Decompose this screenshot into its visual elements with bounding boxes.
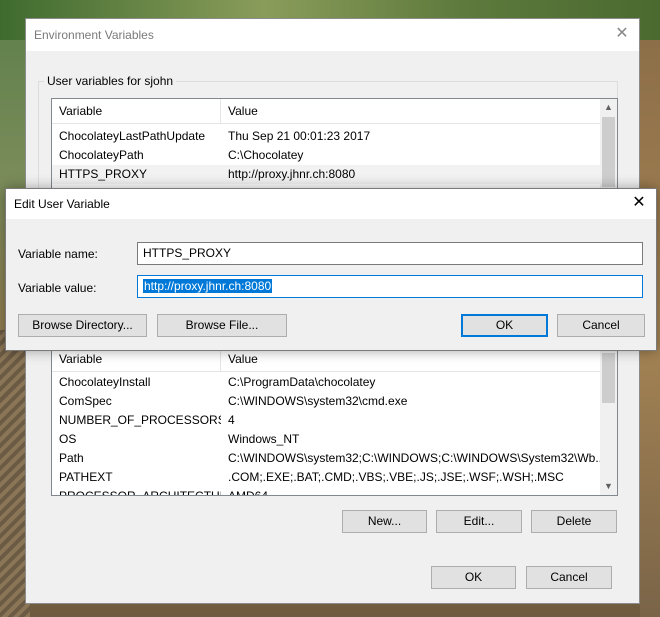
variable-value: C:\WINDOWS\system32\cmd.exe xyxy=(228,394,408,408)
variable-value: C:\Chocolatey xyxy=(228,148,304,162)
cancel-button[interactable]: Cancel xyxy=(557,314,645,337)
variable-value: C:\WINDOWS\system32;C:\WINDOWS;C:\WINDOW… xyxy=(228,451,603,465)
close-icon[interactable]: ✕ xyxy=(630,194,648,212)
browse-file-button[interactable]: Browse File... xyxy=(157,314,287,337)
edit-user-variable-dialog: Edit User Variable ✕ Variable name: HTTP… xyxy=(5,188,657,351)
vertical-scrollbar[interactable]: ▲ xyxy=(600,99,617,192)
table-row-selected[interactable]: HTTPS_PROXY http://proxy.jhnr.ch:8080 xyxy=(52,165,617,184)
edit-dialog-title: Edit User Variable xyxy=(14,197,110,211)
vertical-scrollbar[interactable]: ▼ xyxy=(600,347,617,495)
table-row[interactable]: ChocolateyInstall C:\ProgramData\chocola… xyxy=(52,373,617,392)
variable-name: ComSpec xyxy=(59,394,112,408)
close-icon[interactable]: ✕ xyxy=(613,25,631,43)
table-row[interactable]: OS Windows_NT xyxy=(52,430,617,449)
variable-name: ChocolateyPath xyxy=(59,148,144,162)
variable-value-label: Variable value: xyxy=(18,281,97,295)
delete-button[interactable]: Delete xyxy=(531,510,617,533)
variable-name: PROCESSOR_ARCHITECTURE xyxy=(59,489,221,496)
env-titlebar: Environment Variables ✕ xyxy=(26,19,639,51)
variable-value: AMD64 xyxy=(228,489,269,496)
variable-name: OS xyxy=(59,432,77,446)
chevron-down-icon[interactable]: ▼ xyxy=(600,478,617,495)
variable-name: NUMBER_OF_PROCESSORS xyxy=(59,413,221,427)
table-row[interactable]: Path C:\WINDOWS\system32;C:\WINDOWS;C:\W… xyxy=(52,449,617,468)
table-row[interactable]: PATHEXT .COM;.EXE;.BAT;.CMD;.VBS;.VBE;.J… xyxy=(52,468,617,487)
ok-button[interactable]: OK xyxy=(461,314,548,337)
env-window-title: Environment Variables xyxy=(34,28,154,42)
browse-directory-button[interactable]: Browse Directory... xyxy=(18,314,147,337)
column-header-variable[interactable]: Variable xyxy=(52,99,221,123)
scrollbar-thumb[interactable] xyxy=(602,353,615,403)
scrollbar-thumb[interactable] xyxy=(602,117,615,187)
variable-name: PATHEXT xyxy=(59,470,113,484)
variable-name: HTTPS_PROXY xyxy=(59,167,148,181)
variable-name: Path xyxy=(59,451,84,465)
edit-titlebar: Edit User Variable ✕ xyxy=(6,189,656,219)
variable-name: ChocolateyInstall xyxy=(59,375,151,389)
variable-value: Windows_NT xyxy=(228,432,300,446)
variable-value: http://proxy.jhnr.ch:8080 xyxy=(228,167,356,181)
user-variables-label: User variables for sjohn xyxy=(44,74,177,88)
system-variables-list[interactable]: Variable Value ChocolateyInstall C:\Prog… xyxy=(51,346,618,496)
selected-text: http://proxy.jhnr.ch:8080 xyxy=(143,279,273,293)
user-variables-list[interactable]: Variable Value ChocolateyLastPathUpdate … xyxy=(51,98,618,193)
new-button[interactable]: New... xyxy=(342,510,427,533)
table-row[interactable]: ChocolateyPath C:\Chocolatey xyxy=(52,146,617,165)
table-row[interactable]: NUMBER_OF_PROCESSORS 4 xyxy=(52,411,617,430)
env-ok-button[interactable]: OK xyxy=(431,566,516,589)
variable-value: C:\ProgramData\chocolatey xyxy=(228,375,376,389)
variable-value: Thu Sep 21 00:01:23 2017 xyxy=(228,129,371,143)
table-row[interactable]: PROCESSOR_ARCHITECTURE AMD64 xyxy=(52,487,617,496)
variable-name: ChocolateyLastPathUpdate xyxy=(59,129,206,143)
column-header-value[interactable]: Value xyxy=(221,99,601,123)
table-row[interactable]: ComSpec C:\WINDOWS\system32\cmd.exe xyxy=(52,392,617,411)
variable-value: .COM;.EXE;.BAT;.CMD;.VBS;.VBE;.JS;.JSE;.… xyxy=(228,470,564,484)
chevron-up-icon[interactable]: ▲ xyxy=(600,99,617,116)
variable-value: 4 xyxy=(228,413,235,427)
table-row[interactable]: ChocolateyLastPathUpdate Thu Sep 21 00:0… xyxy=(52,127,617,146)
list-header: Variable Value xyxy=(52,99,617,124)
variable-name-label: Variable name: xyxy=(18,247,98,261)
variable-value-field[interactable]: http://proxy.jhnr.ch:8080 xyxy=(137,275,643,298)
env-cancel-button[interactable]: Cancel xyxy=(526,566,612,589)
variable-name-field[interactable]: HTTPS_PROXY xyxy=(137,242,643,265)
edit-button[interactable]: Edit... xyxy=(436,510,522,533)
